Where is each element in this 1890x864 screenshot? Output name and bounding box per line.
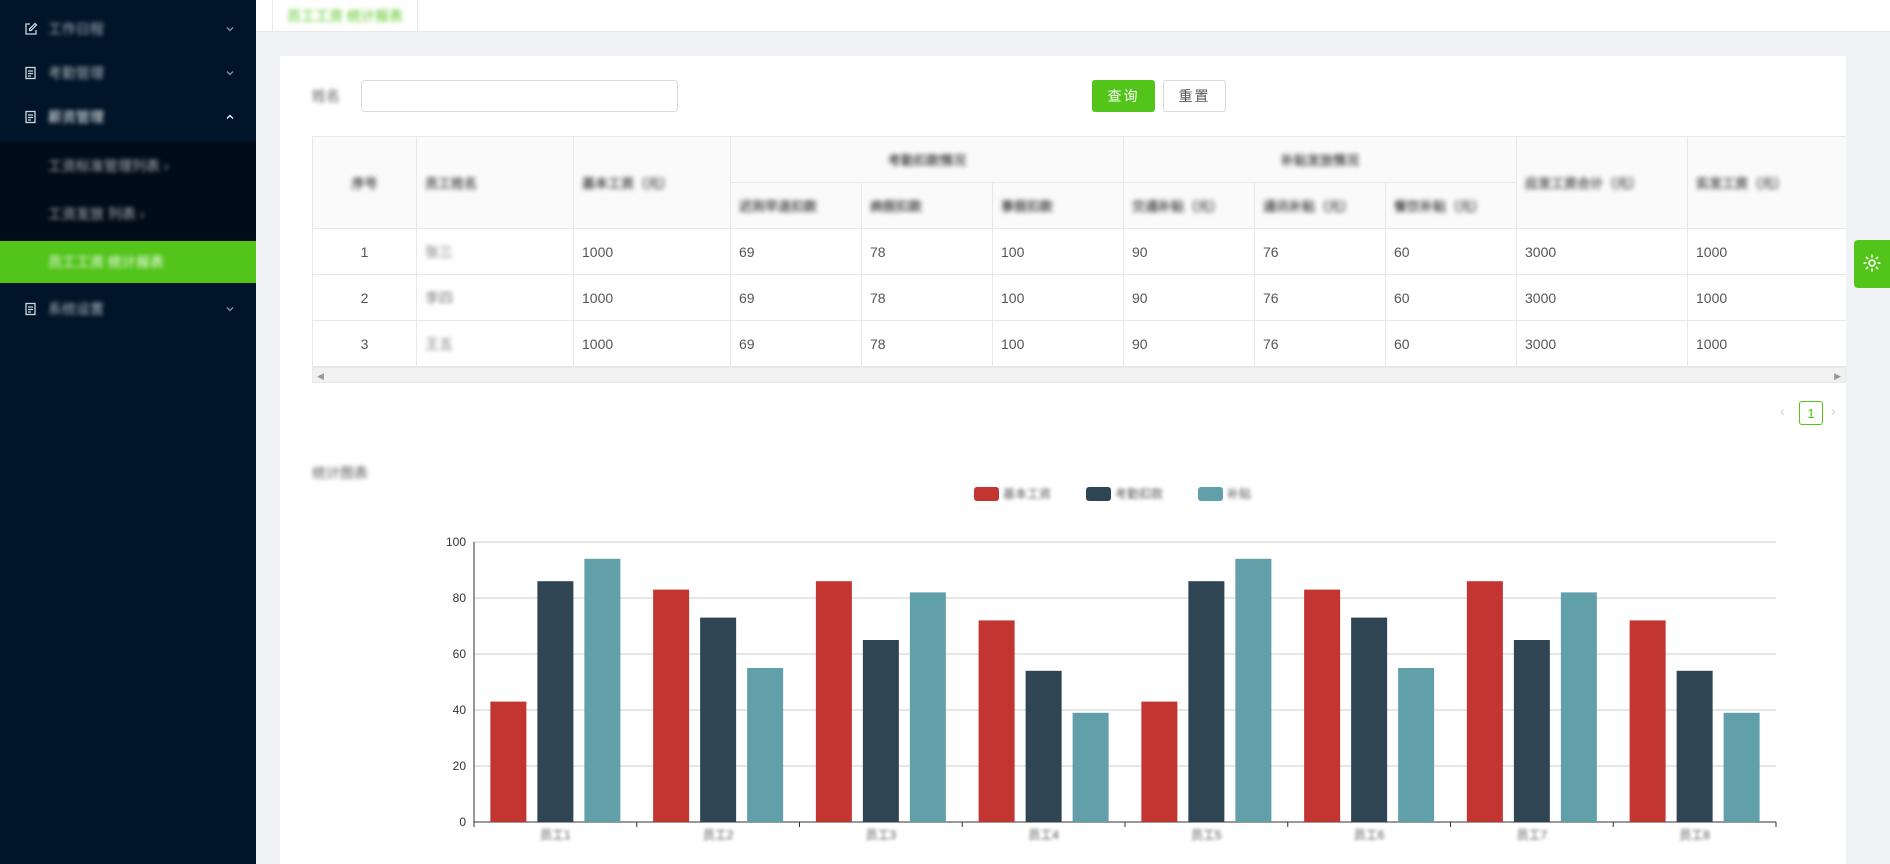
cell-name: 王五: [417, 321, 574, 367]
column-group-header-deductions: 考勤扣款情况: [731, 137, 1124, 183]
column-header-late-deduction: 迟到早退扣款: [731, 183, 862, 229]
cell-total: 3000: [1517, 275, 1688, 321]
column-header-total: 应发工资合计（元）: [1517, 137, 1688, 229]
column-header-phone-subsidy: 通讯补贴（元）: [1255, 183, 1386, 229]
chevron-up-icon: [224, 111, 236, 123]
column-header-transport-subsidy: 交通补贴（元）: [1124, 183, 1255, 229]
search-input[interactable]: [361, 80, 678, 112]
data-table: 序号 员工姓名 基本工资（元） 考勤扣款情况 补贴发放情况 应发工资合计（元） …: [312, 136, 1846, 367]
cell-transport: 90: [1124, 275, 1255, 321]
cell-late: 69: [731, 321, 862, 367]
cell-base: 1000: [574, 275, 731, 321]
chevron-down-icon: [224, 23, 236, 35]
query-button[interactable]: 查询: [1092, 80, 1155, 112]
cell-actual: 1000: [1688, 321, 1846, 367]
cell-sick: 78: [862, 275, 993, 321]
tab-label: 员工工资 统计报表: [287, 7, 403, 24]
menu-item-label: 考勤管理: [48, 65, 104, 81]
column-header-meal-subsidy: 餐饮补贴（元）: [1386, 183, 1517, 229]
column-header-index: 序号: [313, 137, 417, 229]
cell-sick: 78: [862, 321, 993, 367]
chevron-down-icon: [224, 303, 236, 315]
cell-total: 3000: [1517, 229, 1688, 275]
cell-sick: 78: [862, 229, 993, 275]
cell-index: 3: [313, 321, 417, 367]
cell-total: 3000: [1517, 321, 1688, 367]
column-header-sick-deduction: 病假扣款: [862, 183, 993, 229]
cell-late: 69: [731, 275, 862, 321]
menu-item-salary[interactable]: 薪资管理: [0, 95, 256, 139]
column-header-actual: 实发工资（元）: [1688, 137, 1846, 229]
settings-button[interactable]: [1854, 240, 1890, 288]
sub-item-label: 员工工资 统计报表: [48, 254, 164, 270]
column-group-header-subsidies: 补贴发放情况: [1124, 137, 1517, 183]
sub-item-label: 工资发放 列表 ›: [48, 206, 145, 222]
cell-base: 1000: [574, 229, 731, 275]
pagination-page-button[interactable]: 1: [1799, 401, 1823, 425]
menu-item-settings[interactable]: 系统设置: [0, 287, 256, 331]
cell-phone: 76: [1255, 275, 1386, 321]
cell-index: 1: [313, 229, 417, 275]
scroll-left-icon[interactable]: ◀: [317, 371, 324, 382]
cell-base: 1000: [574, 321, 731, 367]
horizontal-scrollbar[interactable]: ◀ ▶: [312, 367, 1846, 383]
sub-item-salary-report[interactable]: 员工工资 统计报表: [0, 241, 256, 283]
sidebar: 工作日程 考勤管理 薪资管理 工资标准管理列表 › 工资发放 列表 › 员工工资…: [0, 0, 256, 864]
cell-transport: 90: [1124, 229, 1255, 275]
cell-actual: 1000: [1688, 275, 1846, 321]
cell-leave: 100: [993, 321, 1124, 367]
cell-index: 2: [313, 275, 417, 321]
edit-icon: [24, 22, 38, 36]
cell-transport: 90: [1124, 321, 1255, 367]
menu-item-label: 工作日程: [48, 21, 104, 37]
cell-actual: 1000: [1688, 229, 1846, 275]
column-header-base: 基本工资（元）: [574, 137, 731, 229]
menu-item-label: 薪资管理: [48, 109, 104, 125]
cell-meal: 60: [1386, 229, 1517, 275]
sub-item-salary-standard[interactable]: 工资标准管理列表 ›: [0, 145, 256, 187]
cell-meal: 60: [1386, 321, 1517, 367]
menu-item-label: 系统设置: [48, 301, 104, 317]
gear-icon: [1862, 253, 1882, 276]
column-header-name: 员工姓名: [417, 137, 574, 229]
cell-name: 李四: [417, 275, 574, 321]
scroll-right-icon[interactable]: ▶: [1834, 371, 1841, 382]
cell-meal: 60: [1386, 275, 1517, 321]
cell-leave: 100: [993, 229, 1124, 275]
pagination-prev-button[interactable]: ‹: [1780, 403, 1785, 419]
form-icon: [24, 66, 38, 80]
cell-phone: 76: [1255, 229, 1386, 275]
cell-phone: 76: [1255, 321, 1386, 367]
cell-leave: 100: [993, 275, 1124, 321]
search-label: 姓名: [312, 88, 340, 104]
chart-section-title: 统计图表: [312, 465, 368, 481]
reset-button[interactable]: 重置: [1163, 80, 1226, 112]
tab-salary-report[interactable]: 员工工资 统计报表: [272, 0, 418, 32]
form-icon: [24, 302, 38, 316]
menu-item-attendance[interactable]: 考勤管理: [0, 51, 256, 95]
sub-item-label: 工资标准管理列表 ›: [48, 158, 169, 174]
cell-late: 69: [731, 229, 862, 275]
tab-bar: 员工工资 统计报表: [256, 0, 1890, 32]
menu-item-schedule[interactable]: 工作日程: [0, 7, 256, 51]
form-icon: [24, 110, 38, 124]
cell-name: 张三: [417, 229, 574, 275]
pagination-next-button[interactable]: ›: [1831, 403, 1836, 419]
column-header-leave-deduction: 事假扣款: [993, 183, 1124, 229]
sub-item-salary-payment[interactable]: 工资发放 列表 ›: [0, 193, 256, 235]
chevron-down-icon: [224, 67, 236, 79]
